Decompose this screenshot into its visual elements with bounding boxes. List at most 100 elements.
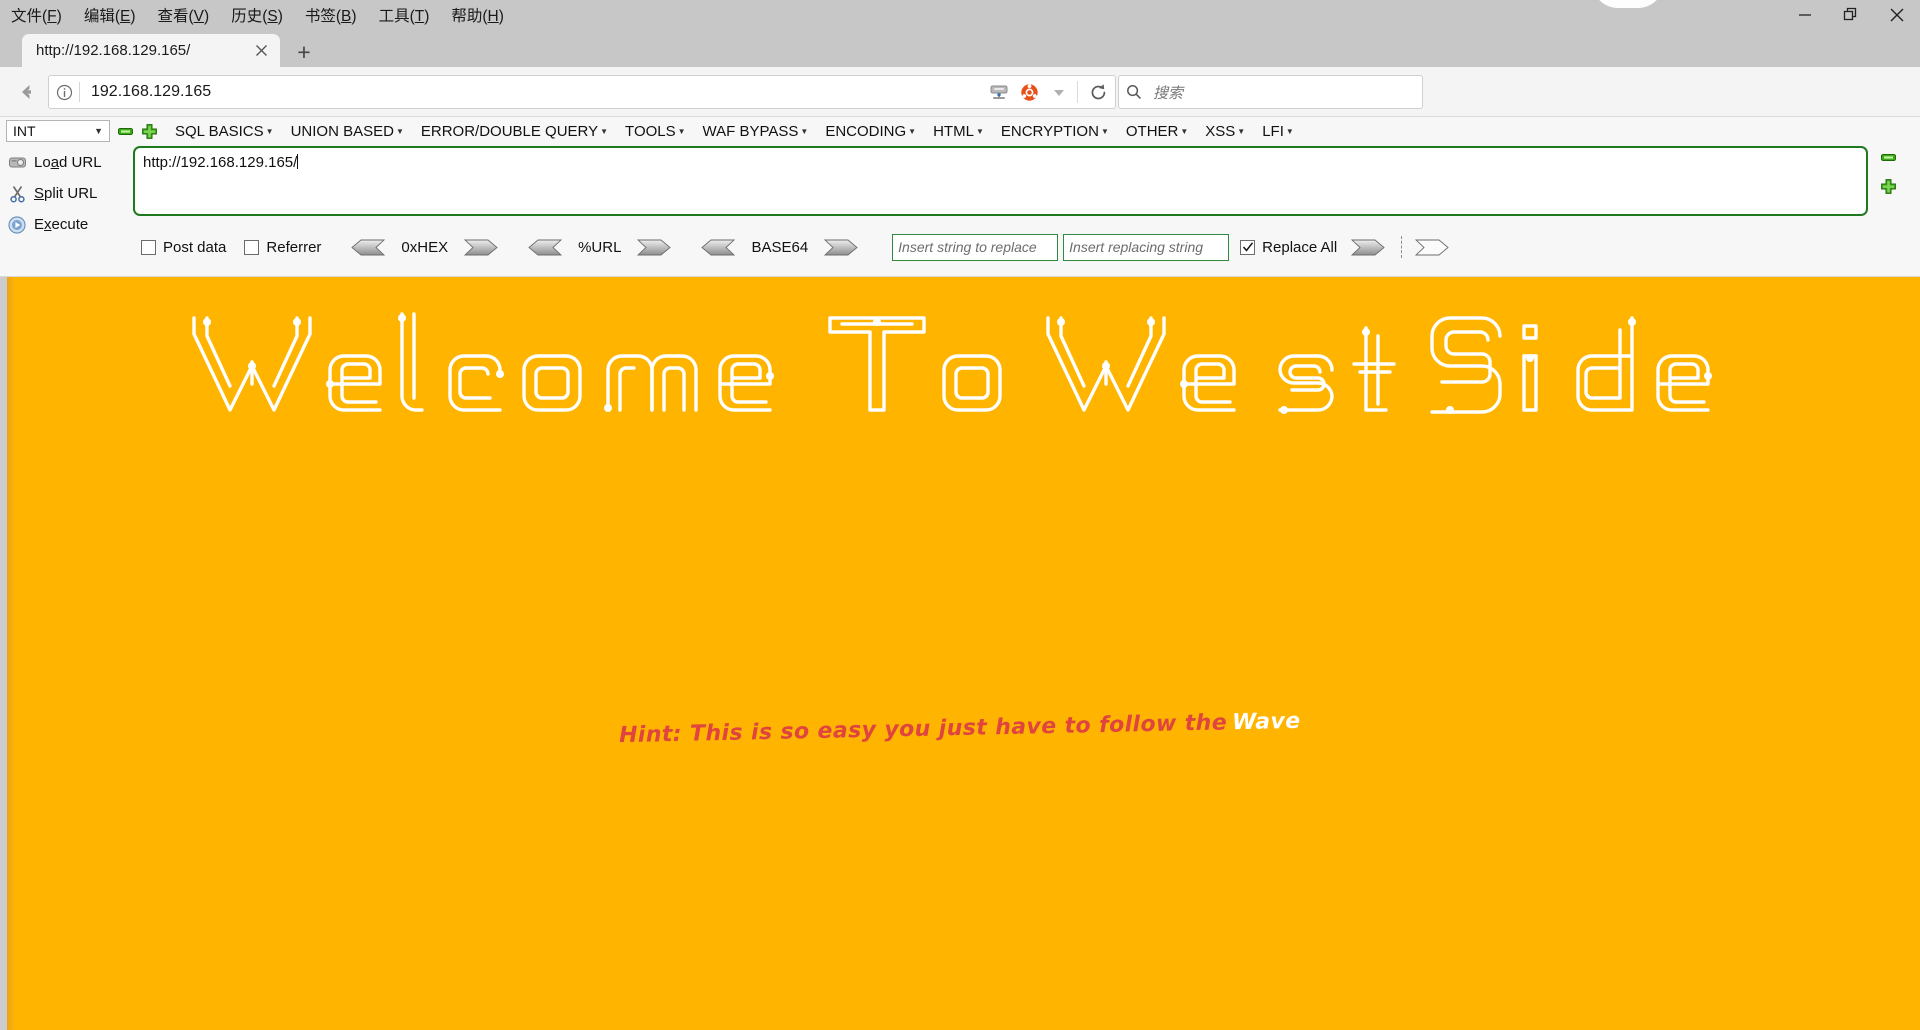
hex-encode-button[interactable]: [464, 239, 498, 256]
tab-strip: http://192.168.129.165/ +: [0, 29, 1920, 67]
tooltip-remnant: [1592, 0, 1664, 8]
hackbar-menu-encoding[interactable]: ENCODING ▼: [825, 123, 916, 140]
menu-view[interactable]: 查看(V): [156, 2, 212, 28]
reload-icon[interactable]: [1081, 76, 1115, 108]
hackbar-menu-lfi[interactable]: LFI ▼: [1262, 123, 1294, 140]
replace-to-placeholder: Insert replacing string: [1069, 239, 1204, 255]
hackbar-menu-html-label: HTML: [933, 122, 974, 140]
chevron-down-icon: ▼: [395, 126, 404, 136]
hackbar-menu-encryption[interactable]: ENCRYPTION ▼: [1001, 123, 1109, 140]
replace-from-input[interactable]: Insert string to replace: [892, 233, 1059, 261]
hackbar-menu-tools-label: TOOLS: [625, 122, 676, 140]
menu-help[interactable]: 帮助(H): [449, 2, 506, 28]
menu-help-key: H: [487, 7, 499, 25]
ubuntu-icon[interactable]: [1014, 76, 1044, 108]
hint-text: Hint: This is so easy you just have to f…: [0, 709, 1920, 748]
hackbar-menu-row: INT ▼ SQL BASICS ▼ UNION BASED ▼ ERROR/DOU…: [0, 117, 1920, 145]
info-icon[interactable]: [49, 84, 79, 101]
hackbar-menu-xss-label: XSS: [1205, 122, 1236, 140]
new-tab-button[interactable]: +: [290, 39, 318, 65]
hint-main-text: Hint: This is so easy you just have to f…: [619, 710, 1228, 749]
replace-apply-button[interactable]: [1351, 239, 1385, 256]
dropdown-caret-icon[interactable]: [1044, 76, 1074, 108]
split-url-icon: [0, 185, 34, 203]
replace-to-input[interactable]: Insert replacing string: [1063, 233, 1230, 261]
load-url-button[interactable]: Load URL: [0, 147, 130, 178]
hex-label: 0xHEX: [401, 238, 449, 256]
menu-history-post: ): [277, 7, 283, 25]
hackbar-menu-union-based[interactable]: UNION BASED ▼: [291, 123, 404, 140]
url-label: %URL: [578, 238, 622, 256]
url-encode-button[interactable]: [637, 239, 672, 256]
menu-file-post: ): [56, 7, 62, 25]
hackbar-menu-xss[interactable]: XSS ▼: [1205, 123, 1245, 140]
minus-button[interactable]: [117, 123, 134, 140]
load-url-key: a: [50, 154, 60, 171]
referrer-label: Referrer: [266, 238, 322, 256]
base64-encoder-group: BASE64: [701, 239, 858, 256]
menu-tools[interactable]: 工具(T): [377, 2, 432, 28]
menu-bookmarks[interactable]: 书签(B): [303, 2, 359, 28]
replace-revert-button[interactable]: [1415, 239, 1449, 256]
hackbar-mode-select[interactable]: INT ▼: [6, 120, 110, 142]
close-icon[interactable]: [248, 38, 274, 64]
menu-file-key: F: [47, 7, 57, 25]
url-decode-button[interactable]: [528, 239, 563, 256]
hackbar-menu-error-double-query[interactable]: ERROR/DOUBLE QUERY ▼: [421, 123, 608, 140]
referrer-checkbox[interactable]: Referrer: [244, 239, 321, 256]
plus-button-side[interactable]: [1880, 178, 1897, 195]
search-input[interactable]: 搜索: [1153, 82, 1183, 103]
text-caret: [297, 154, 299, 169]
post-data-checkbox[interactable]: Post data: [141, 239, 226, 256]
restore-button[interactable]: [1828, 0, 1874, 29]
replace-from-placeholder: Insert string to replace: [898, 239, 1037, 255]
replace-all-label: Replace All: [1262, 238, 1338, 256]
hackbar-menu-other-label: OTHER: [1125, 122, 1179, 140]
menu-bookmarks-post: ): [351, 7, 357, 25]
hackbar-url-textarea[interactable]: http://192.168.129.165/: [133, 146, 1868, 216]
search-bar[interactable]: 搜索: [1118, 75, 1423, 109]
menu-file-label: 文件(: [11, 7, 48, 25]
plus-button[interactable]: [141, 123, 158, 140]
split-url-post: plit URL: [44, 185, 98, 202]
hackbar-menu-other[interactable]: OTHER ▼: [1126, 123, 1188, 140]
hackbar-menu-error-double-query-label: ERROR/DOUBLE QUERY: [420, 122, 599, 140]
menu-edit[interactable]: 编辑(E): [82, 2, 138, 28]
menu-tools-post: ): [424, 7, 430, 25]
browser-tab[interactable]: http://192.168.129.165/: [22, 34, 280, 67]
hackbar-menu-tools[interactable]: TOOLS ▼: [625, 123, 686, 140]
menu-history[interactable]: 历史(S): [229, 2, 285, 28]
menu-history-label: 历史(: [231, 7, 268, 25]
menu-edit-post: ): [130, 7, 136, 25]
chevron-down-icon: ▼: [265, 126, 274, 136]
close-button[interactable]: [1874, 0, 1920, 29]
chevron-down-icon: ▼: [677, 126, 686, 136]
page-title: [0, 300, 1920, 420]
chevron-down-icon: ▼: [800, 126, 809, 136]
page-content: Hint: This is so easy you just have to f…: [0, 277, 1920, 1030]
replace-all-checkbox[interactable]: Replace All: [1240, 239, 1337, 256]
base64-decode-button[interactable]: [701, 239, 736, 256]
hackbar-menu-sql-basics[interactable]: SQL BASICS ▼: [175, 123, 274, 140]
menu-view-post: ): [204, 7, 210, 25]
minimize-button[interactable]: [1782, 0, 1828, 29]
hackbar-side-buttons: [1872, 149, 1912, 207]
url-encoder-group: %URL: [528, 238, 672, 256]
menu-bookmarks-label: 书签(: [304, 7, 342, 25]
post-data-label: Post data: [163, 238, 227, 256]
menu-file[interactable]: 文件(F): [9, 2, 64, 28]
base64-label: BASE64: [751, 238, 809, 256]
hex-decode-button[interactable]: [351, 239, 386, 256]
base64-encode-button[interactable]: [824, 239, 858, 256]
split-url-button[interactable]: Split URL: [0, 178, 130, 209]
hackbar-menu-waf-bypass[interactable]: WAF BYPASS ▼: [703, 123, 809, 140]
back-arrow-icon[interactable]: [10, 75, 44, 109]
hackbar-menu-html[interactable]: HTML ▼: [933, 123, 984, 140]
referrer-checkbox-box: [244, 239, 260, 255]
reload-divider: [1077, 81, 1078, 103]
address-bar[interactable]: 192.168.129.165: [48, 75, 1116, 109]
hint-wave-text: Wave: [1231, 708, 1301, 736]
minus-button-side[interactable]: [1880, 149, 1897, 166]
server-icon[interactable]: [984, 76, 1014, 108]
chevron-down-icon: ▼: [1100, 126, 1109, 136]
